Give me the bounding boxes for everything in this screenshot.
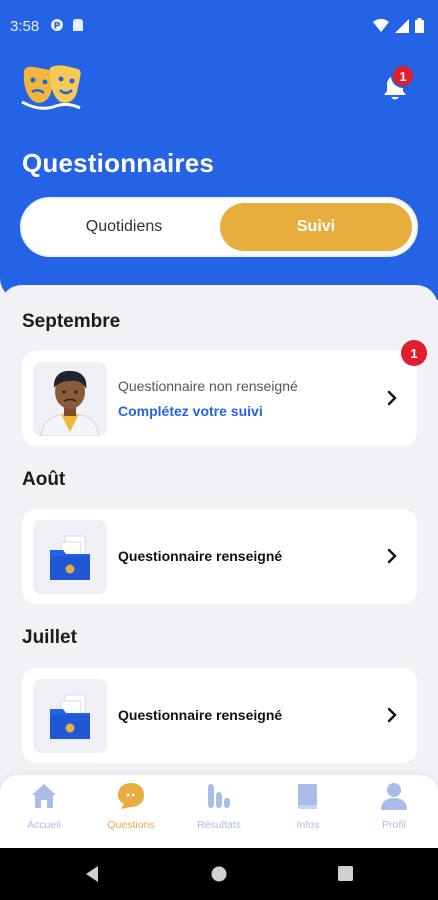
status-bar: 3:58 P: [0, 0, 438, 52]
back-icon[interactable]: [84, 865, 100, 883]
card-title: Questionnaire renseigné: [118, 707, 283, 723]
nav-label: Profil: [382, 819, 406, 831]
status-time: 3:58: [10, 18, 40, 35]
month-heading: Juillet: [22, 627, 77, 648]
questionnaire-card-july[interactable]: Questionnaire renseigné: [22, 668, 417, 763]
nav-label: Résultats: [197, 819, 241, 831]
battery-icon: [415, 18, 424, 33]
signal-icon: [395, 18, 409, 33]
nav-item-questions[interactable]: Questions: [91, 781, 171, 843]
system-navigation-bar: [0, 848, 438, 900]
folder-icon: [33, 679, 107, 753]
nav-label: Accueil: [27, 819, 61, 831]
app-logo: [21, 65, 81, 110]
app-screen: 3:58 P 1 Questionnaires Quotidiens Suivi…: [0, 0, 438, 848]
svg-text:P: P: [54, 22, 61, 32]
bar-chart-icon: [208, 784, 230, 808]
card-subtitle-link[interactable]: Complétez votre suivi: [118, 403, 263, 419]
folder-icon: [33, 520, 107, 594]
bottom-navigation: Accueil Questions Résultats Infos Profil: [0, 775, 438, 848]
month-heading: Août: [22, 469, 66, 490]
page-title: Questionnaires: [22, 148, 215, 178]
doctor-avatar: [33, 362, 107, 436]
nav-item-resultats[interactable]: Résultats: [179, 781, 259, 843]
month-heading: Septembre: [22, 311, 121, 332]
nav-label: Infos: [296, 819, 320, 831]
card-title: Questionnaire renseigné: [118, 548, 283, 564]
nav-item-infos[interactable]: Infos: [268, 781, 348, 843]
app-notification-icon: P: [51, 19, 63, 32]
book-icon: [298, 784, 317, 809]
tab-suivi[interactable]: Suivi: [220, 203, 412, 251]
nav-item-profil[interactable]: Profil: [354, 781, 434, 843]
nav-label: Questions: [107, 819, 155, 831]
nav-item-accueil[interactable]: Accueil: [4, 781, 84, 843]
notification-count-badge: 1: [391, 64, 415, 88]
wifi-icon: [373, 19, 389, 32]
home-icon: [32, 784, 56, 808]
questionnaire-card-september[interactable]: Questionnaire non renseigné Complétez vo…: [22, 351, 417, 446]
chevron-right-icon: [387, 707, 397, 723]
user-icon: [381, 783, 407, 810]
tab-quotidiens[interactable]: Quotidiens: [26, 203, 222, 251]
sim-card-icon: [73, 19, 83, 31]
card-alert-badge: 1: [401, 340, 427, 366]
chevron-right-icon: [387, 390, 397, 406]
recents-icon[interactable]: [338, 866, 353, 881]
home-button-icon[interactable]: [211, 866, 227, 882]
chat-icon: [118, 783, 144, 809]
questionnaire-card-august[interactable]: Questionnaire renseigné: [22, 509, 417, 604]
questionnaire-type-toggle: Quotidiens Suivi: [20, 197, 418, 257]
chevron-right-icon: [387, 548, 397, 564]
card-title: Questionnaire non renseigné: [118, 378, 298, 394]
